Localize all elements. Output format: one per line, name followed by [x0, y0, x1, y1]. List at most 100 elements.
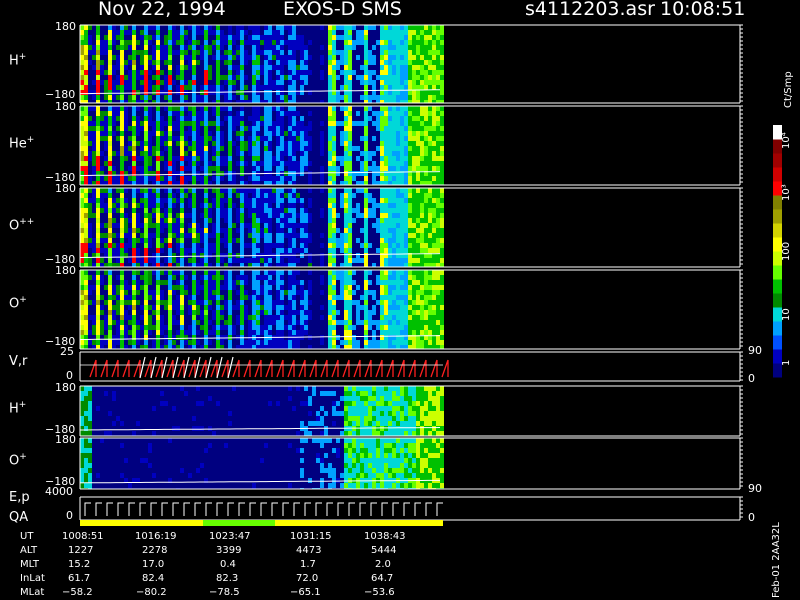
spectrogram-cell: [92, 121, 96, 126]
spectrogram-cell: [168, 176, 172, 181]
spectrogram-cell: [288, 181, 292, 185]
spectrogram-cell: [440, 391, 444, 396]
spectrogram-cell: [416, 198, 420, 203]
spectrogram-cell: [360, 483, 364, 488]
spectrogram-cell: [264, 198, 268, 203]
spectrogram-cell: [440, 166, 444, 171]
spectrogram-cell: [164, 218, 168, 223]
spectrogram-cell: [428, 295, 432, 300]
spectrogram-cell: [376, 146, 380, 151]
spectrogram-cell: [280, 320, 284, 325]
spectrogram-cell: [416, 340, 420, 345]
spectrogram-cell: [344, 188, 348, 193]
spectrogram-cell: [252, 243, 256, 248]
spectrogram-cell: [292, 248, 296, 253]
spectrogram-cell: [92, 166, 96, 171]
spectrogram-cell: [408, 275, 412, 280]
spectrogram-cell: [296, 35, 300, 40]
spectrogram-cell: [404, 443, 408, 448]
spectrogram-cell: [428, 156, 432, 161]
spectrogram-cell: [248, 203, 252, 208]
spectrogram-cell: [228, 203, 232, 208]
spectrogram-cell: [344, 345, 348, 349]
spectrogram-cell: [336, 35, 340, 40]
spectrogram-cell: [216, 401, 220, 406]
spectrogram-cell: [432, 295, 436, 300]
spectrogram-cell: [176, 121, 180, 126]
spectrogram-cell: [380, 233, 384, 238]
spectrogram-cell: [128, 85, 132, 90]
spectrogram-cell: [140, 233, 144, 238]
spectrogram-cell: [300, 45, 304, 50]
spectrogram-cell: [440, 45, 444, 50]
spectrogram-cell: [380, 416, 384, 421]
spectrogram-cell: [256, 60, 260, 65]
spectrogram-cell: [384, 468, 388, 473]
spectrogram-cell: [392, 315, 396, 320]
spectrogram-cell: [84, 156, 88, 161]
spectrogram-cell: [320, 335, 324, 340]
spectrogram-cell: [424, 116, 428, 121]
spectrogram-cell: [200, 55, 204, 60]
spectrogram-cell: [344, 483, 348, 488]
spectrogram-cell: [364, 290, 368, 295]
spectrogram-cell: [108, 50, 112, 55]
spectrogram-cell: [320, 243, 324, 248]
spectrogram-cell: [288, 95, 292, 100]
spectrogram-cell: [432, 30, 436, 35]
spectrogram-cell: [96, 208, 100, 213]
spectrogram-cell: [404, 263, 408, 267]
spectrogram-cell: [264, 30, 268, 35]
spectrogram-cell: [356, 258, 360, 263]
spectrogram-cell: [292, 188, 296, 193]
spectrogram-cell: [136, 156, 140, 161]
spectrogram-cell: [392, 263, 396, 267]
spectrogram-cell: [308, 345, 312, 349]
spectrogram-cell: [396, 156, 400, 161]
spectrogram-cell: [400, 50, 404, 55]
spectrogram-cell: [168, 156, 172, 161]
spectrogram-cell: [188, 161, 192, 166]
spectrogram-cell: [168, 70, 172, 75]
spectrogram-cell: [208, 45, 212, 50]
spectrogram-cell: [152, 176, 156, 181]
spectrogram-cell: [428, 198, 432, 203]
spectrogram-cell: [112, 263, 116, 267]
spectrogram-cell: [432, 315, 436, 320]
spectrogram-cell: [404, 85, 408, 90]
spectrogram-cell: [96, 320, 100, 325]
spectrogram-cell: [388, 391, 392, 396]
spectrogram-cell: [168, 166, 172, 171]
spectrogram-cell: [132, 263, 136, 267]
spectrogram-cell: [432, 233, 436, 238]
spectrogram-cell: [424, 126, 428, 131]
spectrogram-cell: [328, 35, 332, 40]
spectrogram-cell: [236, 213, 240, 218]
spectrogram-cell: [420, 188, 424, 193]
spectrogram-cell: [268, 50, 272, 55]
spectrogram-cell: [392, 280, 396, 285]
spectrogram-cell: [164, 208, 168, 213]
spectrogram-cell: [292, 340, 296, 345]
spectrogram-cell: [148, 305, 152, 310]
spectrogram-cell: [392, 238, 396, 243]
spectrogram-cell: [424, 203, 428, 208]
spectrogram-cell: [344, 141, 348, 146]
spectrogram-cell: [84, 468, 88, 473]
spectrogram-cell: [132, 315, 136, 320]
spectrogram-cell: [168, 238, 172, 243]
spectrogram-cell: [268, 131, 272, 136]
spectrogram-cell: [260, 275, 264, 280]
spectrogram-cell: [144, 80, 148, 85]
spectrogram-cell: [244, 60, 248, 65]
spectrogram-cell: [368, 310, 372, 315]
spectrogram-cell: [284, 208, 288, 213]
spectrogram-cell: [84, 55, 88, 60]
spectrogram-cell: [400, 95, 404, 100]
spectrogram-cell: [352, 335, 356, 340]
spectrogram-cell: [412, 213, 416, 218]
spectrogram-cell: [180, 176, 184, 181]
spectrogram-cell: [140, 30, 144, 35]
spectrogram-cell: [276, 95, 280, 100]
spectrogram-cell: [368, 401, 372, 406]
